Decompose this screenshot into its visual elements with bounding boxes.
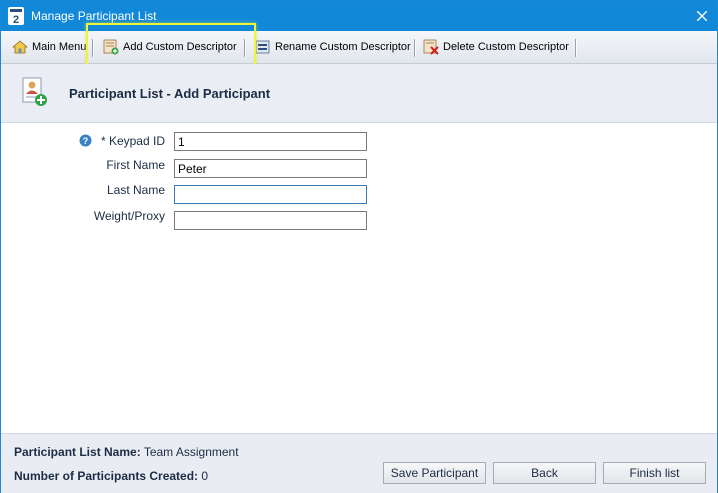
toolbar-separator [414, 39, 416, 57]
title-bar: 2 Manage Participant List [1, 1, 717, 31]
first-name-input[interactable] [174, 159, 367, 178]
participant-list-name: Participant List Name: Team Assignment [14, 445, 239, 459]
participant-list-name-label: Participant List Name: [14, 445, 141, 459]
app-logo-icon: 2 [8, 7, 24, 25]
toolbar-separator [244, 39, 246, 57]
participant-list-name-value: Team Assignment [143, 445, 239, 459]
add-participant-icon [22, 77, 47, 106]
main-menu-button[interactable]: Main Menu [12, 37, 86, 57]
footer: Participant List Name: Team Assignment N… [1, 433, 717, 493]
close-button[interactable] [687, 1, 717, 31]
page-title: Participant List - Add Participant [69, 86, 271, 101]
add-descriptor-label: Add Custom Descriptor [123, 41, 237, 53]
weight-proxy-label: Weight/Proxy [93, 209, 165, 223]
close-icon [697, 11, 707, 21]
finish-list-button[interactable]: Finish list [603, 462, 706, 484]
toolbar-separator [92, 39, 94, 57]
participant-count-label: Number of Participants Created: [14, 469, 199, 483]
participant-count: Number of Participants Created: 0 [14, 469, 208, 483]
main-menu-label: Main Menu [32, 41, 87, 53]
rename-descriptor-icon [255, 40, 270, 54]
keypad-id-label: * Keypad ID [100, 134, 165, 148]
delete-descriptor-icon [423, 39, 439, 55]
last-name-label: Last Name [106, 183, 165, 197]
add-custom-descriptor-button[interactable]: Add Custom Descriptor [103, 37, 237, 57]
save-participant-button[interactable]: Save Participant [383, 462, 486, 484]
rename-custom-descriptor-button[interactable]: Rename Custom Descriptor [255, 37, 411, 57]
delete-descriptor-label: Delete Custom Descriptor [443, 41, 569, 53]
rename-descriptor-label: Rename Custom Descriptor [275, 41, 411, 53]
home-icon [12, 40, 28, 54]
toolbar: Main Menu Add Custom Descriptor Rename C… [1, 31, 717, 64]
first-name-label: First Name [106, 158, 165, 172]
svg-text:2: 2 [13, 14, 19, 25]
delete-custom-descriptor-button[interactable]: Delete Custom Descriptor [423, 37, 569, 57]
add-descriptor-icon [103, 39, 119, 55]
back-button[interactable]: Back [493, 462, 596, 484]
last-name-input[interactable] [174, 185, 367, 204]
page-header: Participant List - Add Participant [1, 64, 717, 123]
toolbar-separator [575, 39, 577, 57]
weight-proxy-input[interactable] [174, 211, 367, 230]
window-title: Manage Participant List [31, 9, 157, 23]
participant-count-value: 0 [201, 469, 209, 483]
keypad-id-input[interactable] [174, 132, 367, 151]
manage-participant-window: 2 Manage Participant List Main Menu Add … [0, 0, 718, 493]
